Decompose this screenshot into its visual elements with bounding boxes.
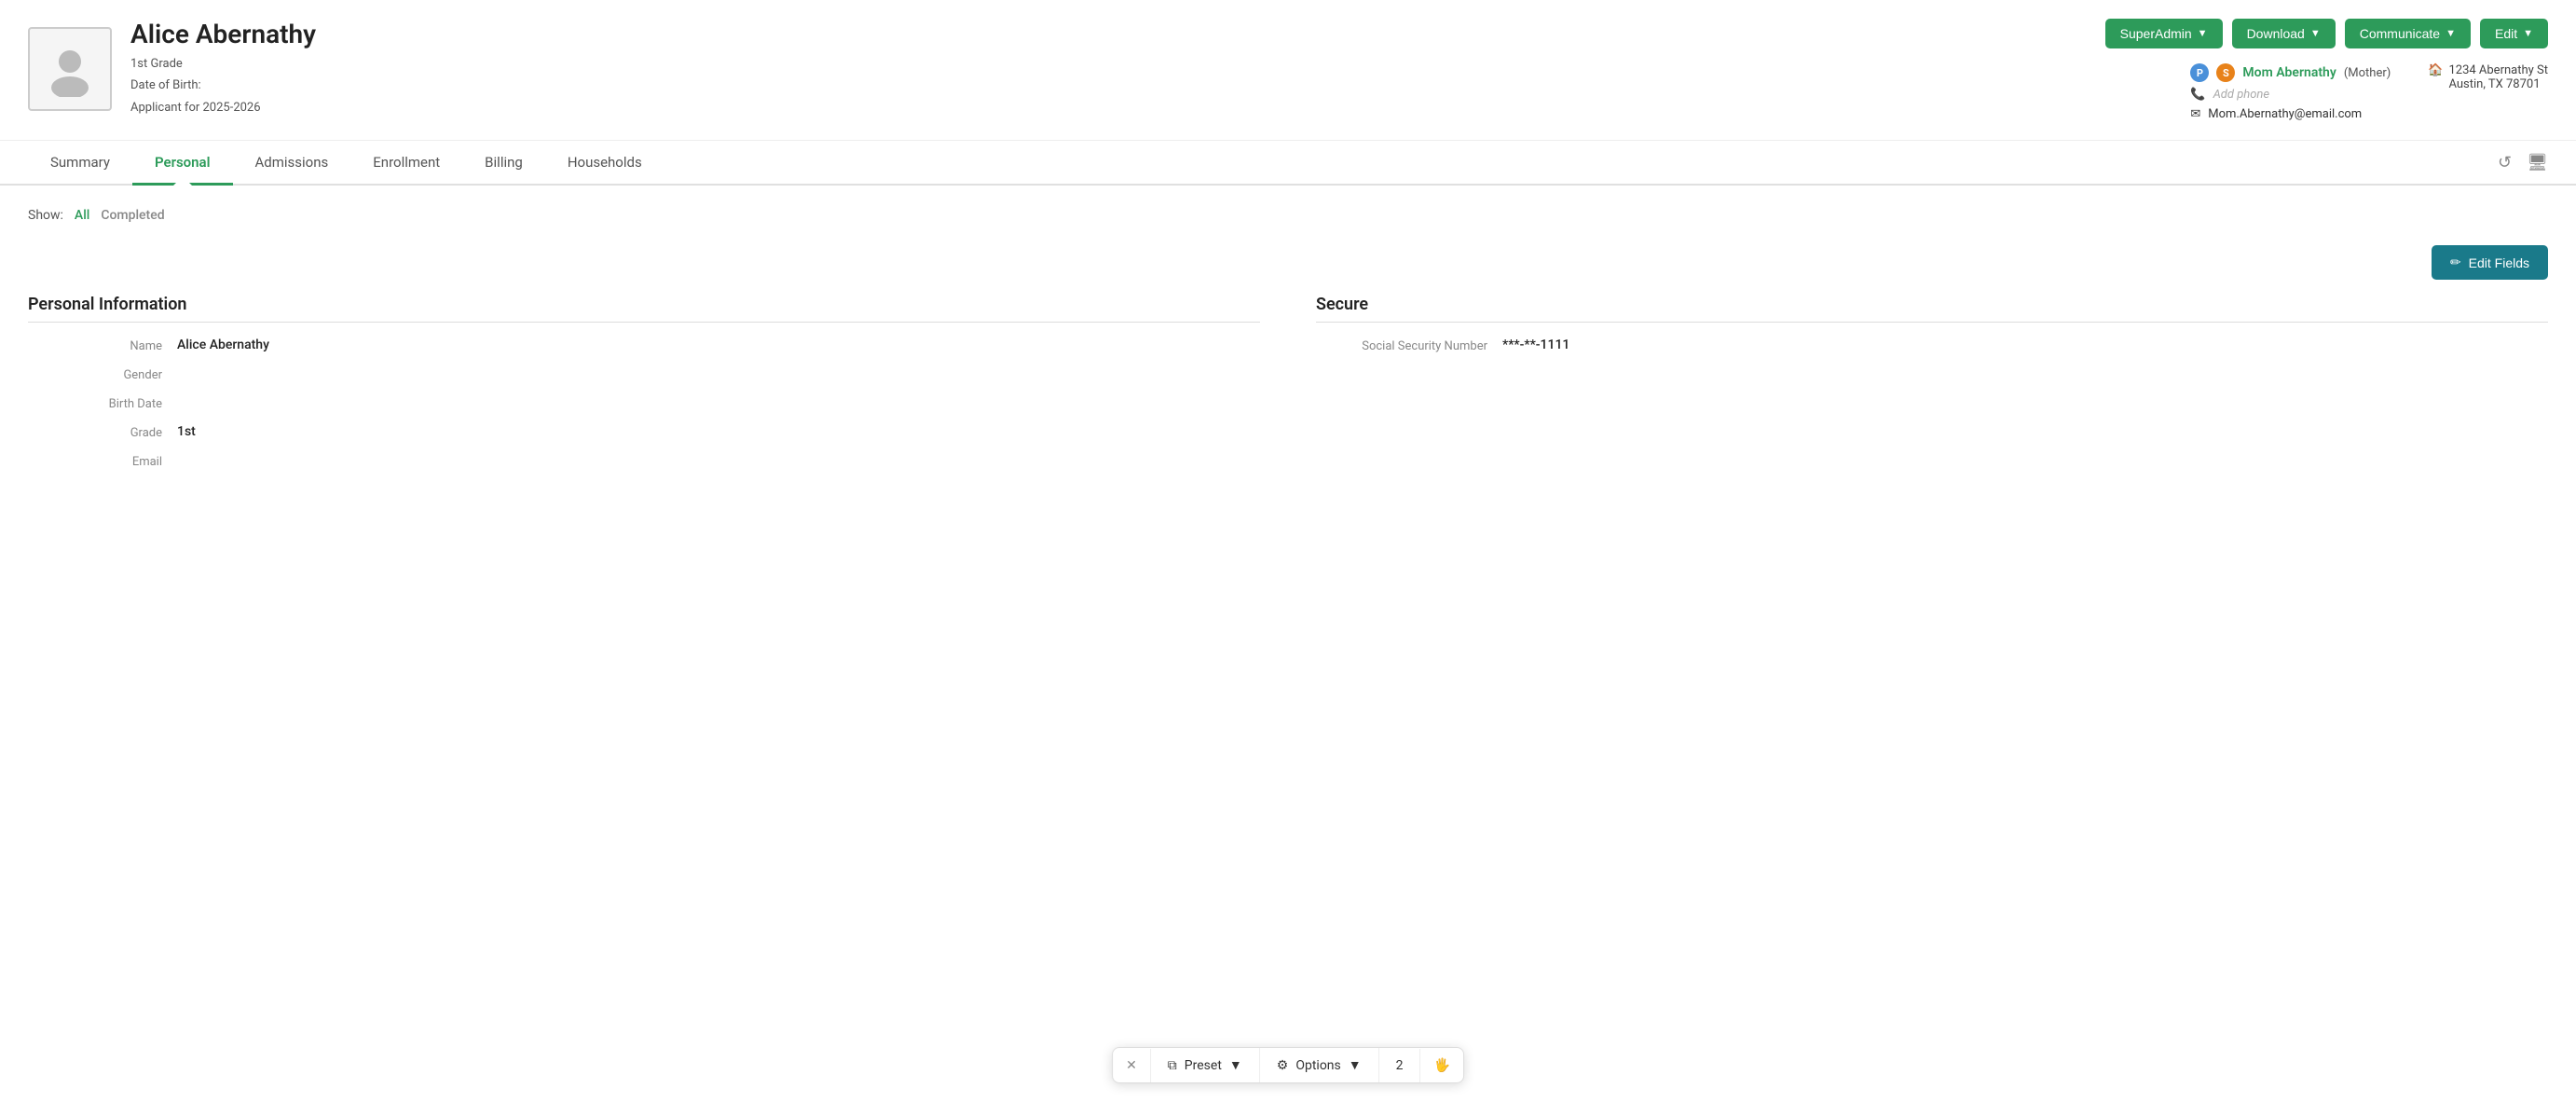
personal-info-title: Personal Information xyxy=(28,295,1260,323)
contact-name-row: P S Mom Abernathy (Mother) xyxy=(2190,63,2391,82)
chevron-down-icon: ▼ xyxy=(2523,28,2533,39)
chevron-down-icon: ▼ xyxy=(2310,28,2321,39)
field-label-birthdate: Birth Date xyxy=(28,395,177,411)
preset-copy-icon: ⧉ xyxy=(1168,1058,1177,1073)
tab-households[interactable]: Households xyxy=(545,141,665,184)
header-actions: SuperAdmin ▼ Download ▼ Communicate ▼ Ed… xyxy=(2105,19,2548,48)
history-icon[interactable]: ↺ xyxy=(2498,153,2512,172)
address-section: 🏠 1234 Abernathy St Austin, TX 78701 xyxy=(2428,63,2548,91)
toolbar-options-button[interactable]: ⚙ Options ▼ xyxy=(1260,1048,1379,1082)
download-button[interactable]: Download ▼ xyxy=(2232,19,2336,48)
header-right: SuperAdmin ▼ Download ▼ Communicate ▼ Ed… xyxy=(2105,19,2548,121)
hand-icon: 🖐 xyxy=(1433,1058,1449,1073)
tab-admissions[interactable]: Admissions xyxy=(233,141,351,184)
student-name: Alice Abernathy xyxy=(130,19,316,49)
email-value: Mom.Abernathy@email.com xyxy=(2208,107,2362,121)
toolbar-hand-button[interactable]: 🖐 xyxy=(1420,1049,1462,1082)
navigation-tabs: Summary Personal Admissions Enrollment B… xyxy=(0,141,2576,186)
tabs-icon-group: ↺ 🖥 xyxy=(2498,153,2548,172)
filter-completed[interactable]: Completed xyxy=(101,208,164,223)
toolbar-count: 2 xyxy=(1379,1049,1421,1082)
options-label: Options xyxy=(1295,1058,1340,1073)
chevron-down-icon: ▼ xyxy=(2446,28,2456,39)
edit-fields-row: ✏ Edit Fields xyxy=(28,245,2548,280)
field-value-name: Alice Abernathy xyxy=(177,337,269,352)
monitor-icon[interactable]: 🖥 xyxy=(2527,153,2548,172)
superadmin-button[interactable]: SuperAdmin ▼ xyxy=(2105,19,2223,48)
filter-all[interactable]: All xyxy=(75,208,89,223)
address-line1: 1234 Abernathy St xyxy=(2448,63,2548,77)
tab-enrollment[interactable]: Enrollment xyxy=(350,141,462,184)
field-label-ssn: Social Security Number xyxy=(1316,337,1502,353)
field-email-row: Email xyxy=(28,453,1260,469)
badge-s-icon: S xyxy=(2216,63,2235,82)
field-label-name: Name xyxy=(28,337,177,353)
email-icon: ✉ xyxy=(2190,107,2200,121)
chevron-down-icon: ▼ xyxy=(2198,28,2208,39)
field-birthdate-row: Birth Date xyxy=(28,395,1260,411)
close-icon: ✕ xyxy=(1126,1058,1137,1073)
page-header: Alice Abernathy 1st Grade Date of Birth:… xyxy=(0,0,2576,141)
contact-info: P S Mom Abernathy (Mother) 📞 Add phone ✉… xyxy=(2190,63,2548,121)
phone-icon: 📞 xyxy=(2190,88,2205,102)
field-gender-row: Gender xyxy=(28,366,1260,382)
gear-icon: ⚙ xyxy=(1277,1058,1289,1073)
student-avatar xyxy=(28,27,112,111)
add-phone-link[interactable]: Add phone xyxy=(2213,88,2270,102)
field-grade-row: Grade 1st xyxy=(28,424,1260,440)
field-ssn-row: Social Security Number ***-**-1111 xyxy=(1316,337,2548,353)
contact-left: P S Mom Abernathy (Mother) 📞 Add phone ✉… xyxy=(2190,63,2391,121)
phone-row: 📞 Add phone xyxy=(2190,88,2391,102)
tab-billing[interactable]: Billing xyxy=(462,141,545,184)
field-label-grade: Grade xyxy=(28,424,177,440)
badge-p-icon: P xyxy=(2190,63,2209,82)
mom-role: (Mother) xyxy=(2344,66,2391,80)
pencil-icon: ✏ xyxy=(2450,255,2461,270)
field-label-gender: Gender xyxy=(28,366,177,382)
edit-fields-label: Edit Fields xyxy=(2469,255,2529,270)
student-grade: 1st Grade Date of Birth: Applicant for 2… xyxy=(130,53,316,118)
field-label-email: Email xyxy=(28,453,177,469)
student-details: Alice Abernathy 1st Grade Date of Birth:… xyxy=(130,19,316,118)
address-line2: Austin, TX 78701 xyxy=(2448,77,2548,91)
communicate-button[interactable]: Communicate ▼ xyxy=(2345,19,2471,48)
sections-row: Personal Information Name Alice Abernath… xyxy=(28,295,2548,482)
tab-personal[interactable]: Personal xyxy=(132,141,233,184)
personal-info-section: Personal Information Name Alice Abernath… xyxy=(28,295,1260,482)
field-value-ssn: ***-**-1111 xyxy=(1502,337,1569,352)
show-label: Show: xyxy=(28,208,63,223)
student-info-section: Alice Abernathy 1st Grade Date of Birth:… xyxy=(28,19,316,118)
edit-button[interactable]: Edit ▼ xyxy=(2480,19,2548,48)
field-name-row: Name Alice Abernathy xyxy=(28,337,1260,353)
secure-title: Secure xyxy=(1316,295,2548,323)
toolbar-preset-button[interactable]: ⧉ Preset ▼ xyxy=(1151,1048,1260,1082)
field-value-grade: 1st xyxy=(177,424,196,439)
mom-name-link[interactable]: Mom Abernathy xyxy=(2242,65,2336,80)
tab-summary[interactable]: Summary xyxy=(28,141,132,184)
options-chevron-icon: ▼ xyxy=(1349,1057,1362,1073)
email-row: ✉ Mom.Abernathy@email.com xyxy=(2190,107,2391,121)
preset-chevron-icon: ▼ xyxy=(1229,1057,1242,1073)
secure-section: Secure Social Security Number ***-**-111… xyxy=(1316,295,2548,482)
page-content: Show: All Completed ✏ Edit Fields Person… xyxy=(0,186,2576,504)
edit-fields-button[interactable]: ✏ Edit Fields xyxy=(2432,245,2548,280)
bottom-toolbar: ✕ ⧉ Preset ▼ ⚙ Options ▼ 2 🖐 xyxy=(1112,1047,1464,1083)
preset-label: Preset xyxy=(1185,1058,1222,1073)
show-filter-row: Show: All Completed xyxy=(28,208,2548,223)
address-icon: 🏠 xyxy=(2428,63,2443,77)
toolbar-close-button[interactable]: ✕ xyxy=(1113,1049,1151,1082)
